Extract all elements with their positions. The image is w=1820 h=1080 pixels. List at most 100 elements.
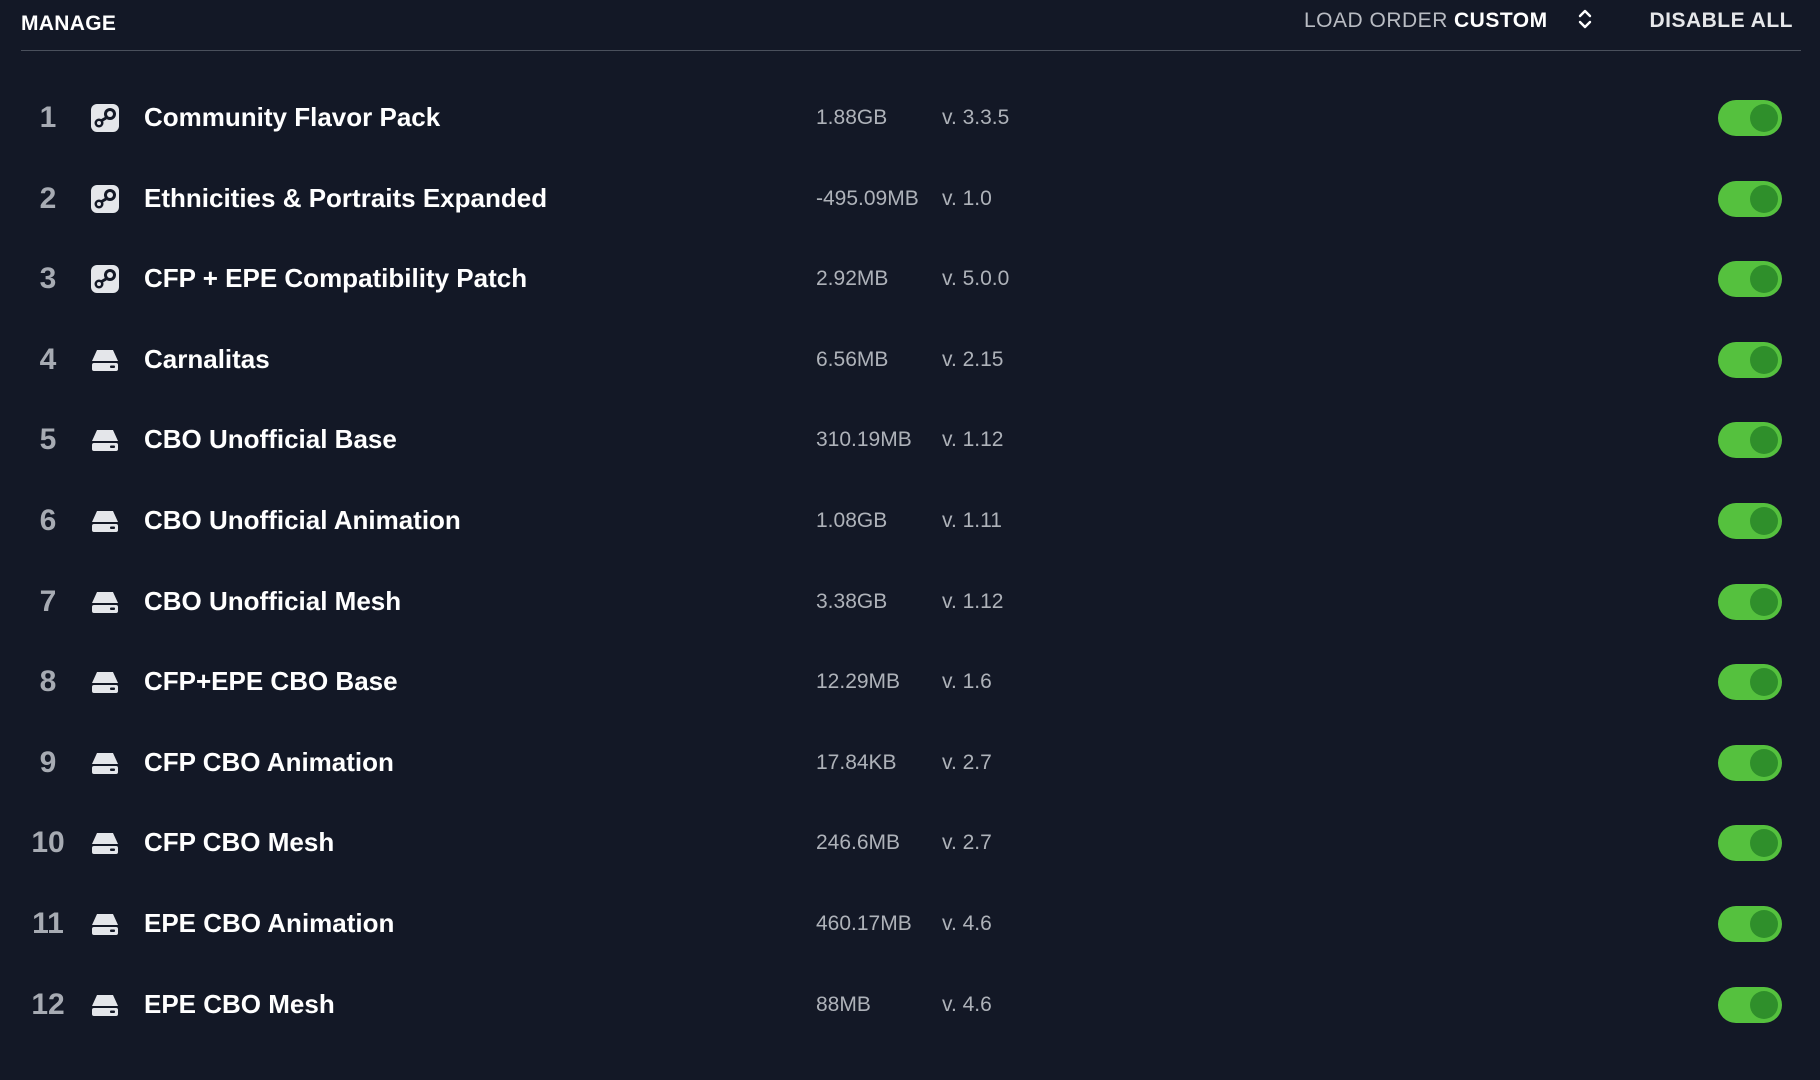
mod-enabled-toggle[interactable] [1718,583,1782,620]
mod-row[interactable]: 8 CFP+EPE CBO Base 12.29MB v. 1.6 [0,642,1820,723]
mod-row[interactable]: 6 CBO Unofficial Animation 1.08GB v. 1.1… [0,481,1820,562]
mod-size: 1.88GB [816,106,888,129]
mod-load-index: 8 [39,665,57,699]
mod-load-index: 12 [31,987,65,1021]
load-order-label: LOAD ORDER [1304,9,1448,32]
mod-enabled-toggle[interactable] [1718,905,1782,942]
mod-version: v. 1.0 [942,186,992,210]
mod-size: 6.56MB [816,347,889,371]
mod-version: v. 5.0.0 [942,267,1010,291]
mod-version: v. 1.6 [942,670,992,694]
mod-load-index: 7 [39,584,57,618]
mod-list: 1 Community Flavor Pack 1.88GB v. 3.3.5 … [0,78,1820,1045]
mod-load-index: 9 [39,745,57,779]
mod-version: v. 2.15 [942,347,1004,371]
toggle-knob [1750,426,1778,455]
mod-name: CBO Unofficial Animation [144,504,461,535]
mod-version: v. 4.6 [942,911,992,935]
local-drive-icon [90,990,120,1020]
steam-workshop-icon [90,184,120,214]
mod-name: CFP CBO Animation [144,746,394,777]
mod-enabled-toggle[interactable] [1718,744,1782,781]
local-drive-icon [90,587,120,617]
mod-size: 12.29MB [816,670,901,694]
mod-version: v. 1.12 [942,589,1004,613]
mod-row[interactable]: 10 CFP CBO Mesh 246.6MB v. 2.7 [0,803,1820,884]
mod-version: v. 2.7 [942,831,992,855]
mod-name: Carnalitas [144,343,270,374]
mod-row[interactable]: 2 Ethnicities & Portraits Expanded -495.… [0,159,1820,240]
mod-name: CBO Unofficial Mesh [144,585,402,616]
mod-name: Community Flavor Pack [144,102,441,132]
mod-enabled-toggle[interactable] [1718,180,1782,217]
disable-all-button[interactable]: DISABLE ALL [1649,9,1793,33]
toggle-knob [1750,909,1778,938]
toggle-knob [1750,265,1778,294]
mod-version: v. 2.7 [942,750,992,774]
mod-row[interactable]: 4 Carnalitas 6.56MB v. 2.15 [0,320,1820,401]
mod-load-index: 3 [39,262,57,296]
mod-manager-panel: MANAGE LOAD ORDER CUSTOM DISABLE ALL 1 C… [0,0,1820,1080]
local-drive-icon [90,748,120,778]
mod-name: Ethnicities & Portraits Expanded [144,182,548,213]
mod-load-index: 11 [32,906,64,940]
mod-size: 246.6MB [816,831,901,855]
page-title: MANAGE [21,12,117,35]
mod-enabled-toggle[interactable] [1718,422,1782,459]
local-drive-icon [90,667,120,697]
mod-enabled-toggle[interactable] [1718,502,1782,539]
mod-version: v. 1.12 [942,428,1004,452]
mod-enabled-toggle[interactable] [1718,986,1782,1023]
toggle-knob [1750,668,1778,697]
mod-name: CFP + EPE Compatibility Patch [144,263,528,294]
mod-size: 460.17MB [816,911,912,935]
mod-size: 88MB [816,992,871,1016]
toggle-knob [1750,506,1778,535]
mod-row[interactable]: 7 CBO Unofficial Mesh 3.38GB v. 1.12 [0,562,1820,643]
toggle-knob [1750,104,1778,132]
mod-enabled-toggle[interactable] [1718,825,1782,862]
local-drive-icon [90,345,120,375]
mod-load-index: 2 [39,181,57,215]
mod-load-index: 6 [39,503,57,537]
mod-row[interactable]: 3 CFP + EPE Compatibility Patch 2.92MB v… [0,239,1820,320]
mod-name: CFP+EPE CBO Base [144,666,398,697]
mod-size: 3.38GB [816,589,888,613]
mod-row[interactable]: 11 EPE CBO Animation 460.17MB v. 4.6 [0,884,1820,965]
mod-row[interactable]: 12 EPE CBO Mesh 88MB v. 4.6 [0,965,1820,1046]
mod-row[interactable]: 9 CFP CBO Animation 17.84KB v. 2.7 [0,723,1820,804]
mod-load-index: 5 [39,423,57,457]
mod-enabled-toggle[interactable] [1718,100,1782,136]
mod-name: CFP CBO Mesh [144,827,335,858]
mod-size: 310.19MB [816,428,912,452]
mod-enabled-toggle[interactable] [1718,261,1782,298]
manage-header: MANAGE LOAD ORDER CUSTOM DISABLE ALL [21,0,1801,51]
mod-enabled-toggle[interactable] [1718,341,1782,378]
mod-version: v. 1.11 [942,508,1002,532]
mod-version: v. 3.3.5 [942,106,1010,129]
toggle-knob [1750,184,1778,213]
steam-workshop-icon [90,264,120,294]
mod-enabled-toggle[interactable] [1718,664,1782,701]
mod-size: 1.08GB [816,508,888,532]
mod-load-index: 4 [39,342,57,376]
mod-version: v. 4.6 [942,992,992,1016]
toggle-knob [1750,587,1778,616]
local-drive-icon [90,506,120,536]
mod-name: EPE CBO Animation [144,907,395,938]
local-drive-icon [90,425,120,455]
mod-size: 2.92MB [816,267,889,291]
sort-chevrons-icon[interactable] [1575,8,1595,30]
mod-row[interactable]: 5 CBO Unofficial Base 310.19MB v. 1.12 [0,400,1820,481]
toggle-knob [1750,748,1778,777]
local-drive-icon [90,909,120,939]
load-order-value[interactable]: CUSTOM [1454,9,1548,33]
toggle-knob [1750,990,1778,1019]
steam-workshop-icon [90,103,120,133]
toggle-knob [1750,345,1778,374]
toggle-knob [1750,829,1778,858]
mod-size: 17.84KB [816,750,897,774]
mod-load-index: 1 [39,101,57,134]
mod-row[interactable]: 1 Community Flavor Pack 1.88GB v. 3.3.5 [0,78,1820,159]
mod-size: -495.09MB [816,186,919,210]
